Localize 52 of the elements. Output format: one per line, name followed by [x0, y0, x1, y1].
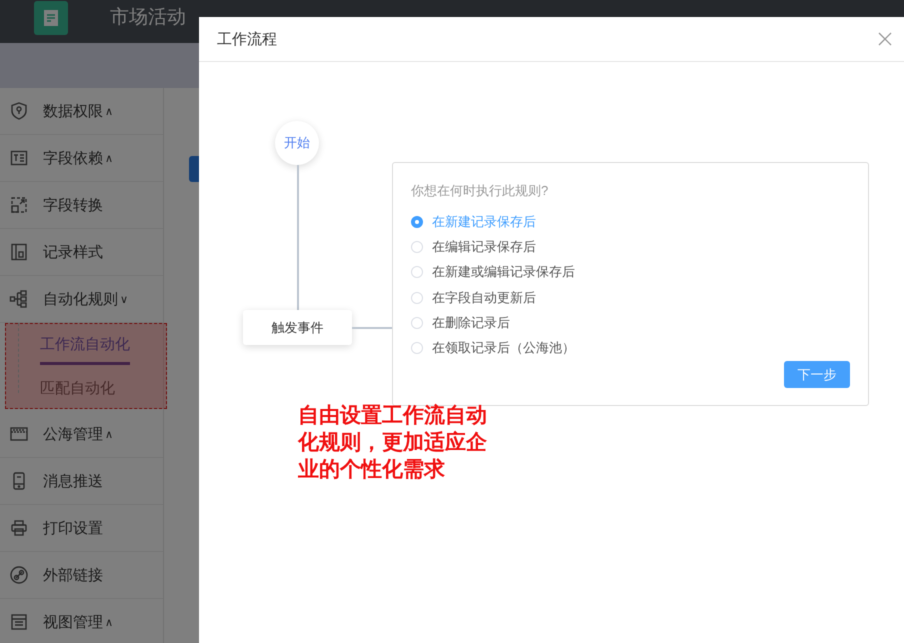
sidebar-item[interactable]: 打印设置 — [0, 505, 163, 552]
sidebar-subitem[interactable]: 匹配自动化 — [0, 367, 163, 411]
window-icon — [9, 612, 29, 632]
document-icon — [9, 148, 29, 168]
radio-label[interactable]: 在领取记录后（公海池） — [432, 339, 575, 358]
annotation-text: 自由设置工作流自动化规则，更加适应企业的个性化需求 — [298, 402, 488, 483]
sidebar-item[interactable]: 外部链接 — [0, 552, 163, 599]
hierarchy-icon — [9, 289, 29, 309]
resize-icon — [9, 195, 29, 215]
next-button[interactable]: 下一步 — [784, 361, 850, 388]
radio-label[interactable]: 在字段自动更新后 — [432, 288, 536, 307]
caret-icon: ∧ — [105, 152, 114, 164]
panel-icon — [9, 242, 29, 262]
sidebar-item[interactable]: 数据权限∧ — [0, 88, 163, 135]
app-title: 市场活动 — [110, 6, 186, 30]
item-label: 视图管理 — [43, 612, 103, 632]
radio-label[interactable]: 在新建记录保存后 — [432, 212, 536, 231]
item-label: 自动化规则 — [43, 290, 118, 308]
item-label: 字段依赖 — [43, 148, 103, 168]
caret-icon: ∨ — [120, 292, 128, 306]
close-icon[interactable] — [878, 32, 892, 46]
link-icon — [9, 565, 29, 585]
sidebar-item[interactable]: 公海管理∧ — [0, 411, 163, 458]
app-logo-icon — [34, 0, 68, 34]
item-label: 消息推送 — [43, 472, 103, 490]
item-label: 外部链接 — [43, 566, 103, 584]
start-node: 开始 — [275, 121, 319, 165]
caret-icon: ∧ — [105, 616, 114, 628]
radio-label[interactable]: 在新建或编辑记录保存后 — [432, 263, 575, 282]
printer-icon — [9, 518, 29, 538]
sidebar-item[interactable]: 记录样式 — [0, 229, 163, 276]
radio-label[interactable]: 在删除记录后 — [432, 314, 510, 332]
item-label: 字段转换 — [43, 196, 103, 214]
connector-line — [352, 327, 392, 329]
sidebar-item[interactable]: 视图管理∧ — [0, 599, 163, 643]
item-label: 数据权限 — [43, 102, 103, 120]
item-label: 公海管理 — [43, 424, 103, 444]
shield-icon — [9, 101, 29, 121]
item-label: 打印设置 — [43, 518, 103, 538]
sidebar-item[interactable]: 自动化规则∨ — [0, 276, 163, 323]
caret-icon: ∧ — [105, 104, 114, 118]
sidebar-subitem[interactable]: 工作流自动化 — [0, 323, 163, 367]
caret-icon: ∧ — [105, 428, 114, 440]
sidebar-item[interactable]: 字段依赖∧ — [0, 135, 163, 182]
dialog-title: 工作流程 — [217, 30, 277, 48]
sidebar-item[interactable]: 字段转换 — [0, 182, 163, 229]
question-text: 你想在何时执行此规则? — [411, 182, 550, 200]
item-label: 记录样式 — [43, 242, 103, 262]
sidebar-item[interactable]: 消息推送 — [0, 458, 163, 505]
radio-label[interactable]: 在编辑记录保存后 — [432, 238, 536, 256]
trigger-node[interactable]: 触发事件 — [243, 310, 352, 345]
radio-button[interactable] — [411, 216, 423, 228]
